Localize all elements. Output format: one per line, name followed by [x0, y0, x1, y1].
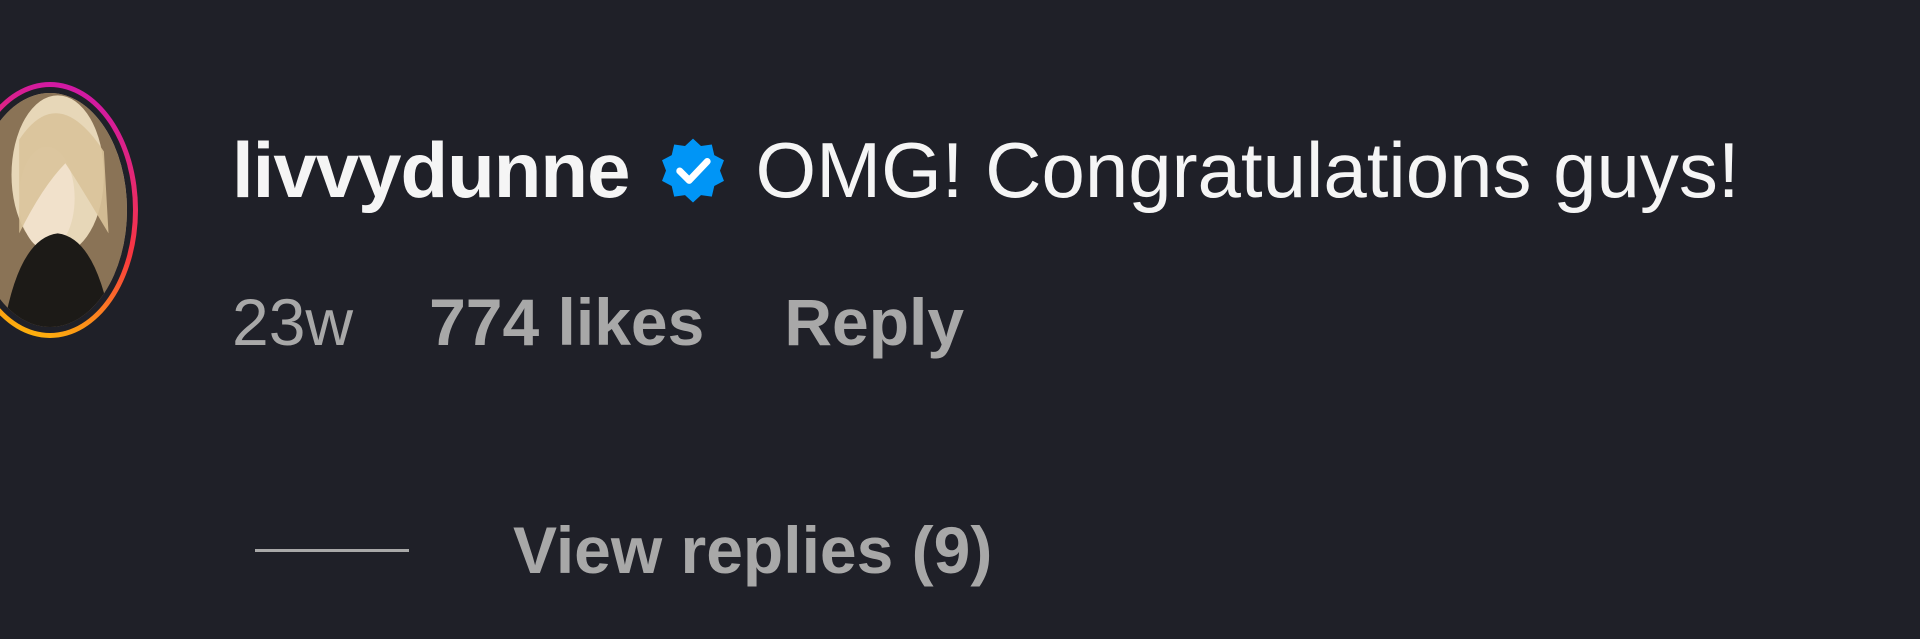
avatar-image [0, 93, 127, 327]
view-replies[interactable]: View replies (9) [255, 510, 992, 590]
comment-meta: 23w 774 likes Reply [232, 282, 964, 362]
view-replies-button[interactable]: View replies (9) [513, 512, 992, 588]
verified-badge-icon [655, 132, 731, 208]
replies-divider-line [255, 548, 409, 552]
reply-button[interactable]: Reply [784, 284, 964, 360]
avatar[interactable] [0, 93, 127, 327]
comment-timestamp[interactable]: 23w [232, 284, 353, 360]
username-link[interactable]: livvydunne [232, 125, 630, 216]
comment-item: livvydunne OMG! Congratulations guys! 23… [0, 0, 1920, 639]
comment-text: OMG! Congratulations guys! [755, 125, 1740, 214]
comment-line: livvydunne OMG! Congratulations guys! [232, 120, 1740, 220]
avatar-gap [0, 87, 133, 333]
likes-count[interactable]: 774 likes [429, 284, 704, 360]
avatar-story-ring[interactable] [0, 82, 138, 338]
